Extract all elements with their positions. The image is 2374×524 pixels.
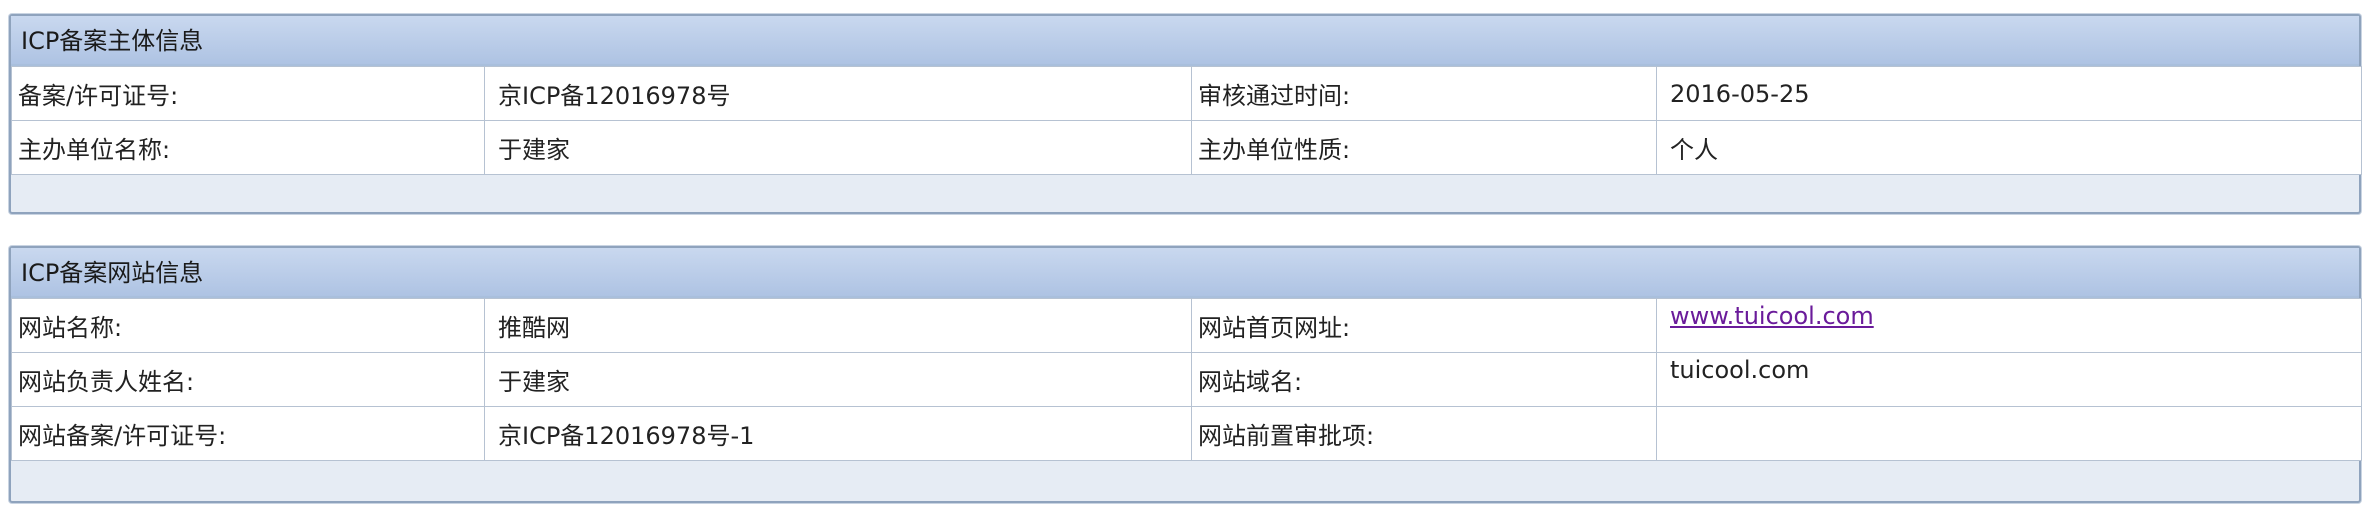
site-owner-value: 于建家 (484, 352, 1192, 407)
icp-website-table: 网站名称: 推酷网 网站首页网址: www.tuicool.com 网站负责人姓… (11, 298, 2362, 461)
organizer-name-value: 于建家 (484, 120, 1192, 175)
table-row: 主办单位名称: 于建家 主办单位性质: 个人 (11, 120, 2362, 175)
site-record-number-value: 京ICP备12016978号-1 (484, 406, 1192, 461)
icp-website-panel: ICP备案网站信息 网站名称: 推酷网 网站首页网址: www.tuicool.… (9, 246, 2362, 503)
icp-subject-title: ICP备案主体信息 (11, 16, 2359, 66)
panel-footer (11, 461, 2359, 497)
organizer-type-label: 主办单位性质: (1191, 120, 1657, 175)
record-number-label: 备案/许可证号: (11, 66, 485, 121)
table-row: 网站备案/许可证号: 京ICP备12016978号-1 网站前置审批项: (11, 406, 2362, 461)
organizer-type-value: 个人 (1656, 120, 2362, 175)
site-record-number-label: 网站备案/许可证号: (11, 406, 485, 461)
icp-subject-table: 备案/许可证号: 京ICP备12016978号 审核通过时间: 2016-05-… (11, 66, 2362, 175)
table-row: 网站名称: 推酷网 网站首页网址: www.tuicool.com (11, 298, 2362, 353)
icp-subject-panel: ICP备案主体信息 备案/许可证号: 京ICP备12016978号 审核通过时间… (9, 14, 2362, 214)
table-row: 备案/许可证号: 京ICP备12016978号 审核通过时间: 2016-05-… (11, 66, 2362, 121)
site-name-value: 推酷网 (484, 298, 1192, 353)
domain-value: tuicool.com (1670, 356, 1810, 384)
pre-approval-value (1656, 406, 2362, 461)
record-number-value: 京ICP备12016978号 (484, 66, 1192, 121)
domain-cell: tuicool.com (1656, 352, 2362, 407)
site-name-label: 网站名称: (11, 298, 485, 353)
approval-date-label: 审核通过时间: (1191, 66, 1657, 121)
organizer-name-label: 主办单位名称: (11, 120, 485, 175)
pre-approval-label: 网站前置审批项: (1191, 406, 1657, 461)
icp-website-title: ICP备案网站信息 (11, 248, 2359, 298)
domain-label: 网站域名: (1191, 352, 1657, 407)
homepage-url-cell: www.tuicool.com (1656, 298, 2362, 353)
homepage-url-label: 网站首页网址: (1191, 298, 1657, 353)
table-row: 网站负责人姓名: 于建家 网站域名: tuicool.com (11, 352, 2362, 407)
approval-date-value: 2016-05-25 (1656, 66, 2362, 121)
site-owner-label: 网站负责人姓名: (11, 352, 485, 407)
panel-footer (11, 175, 2359, 211)
homepage-url-link[interactable]: www.tuicool.com (1670, 302, 1874, 330)
